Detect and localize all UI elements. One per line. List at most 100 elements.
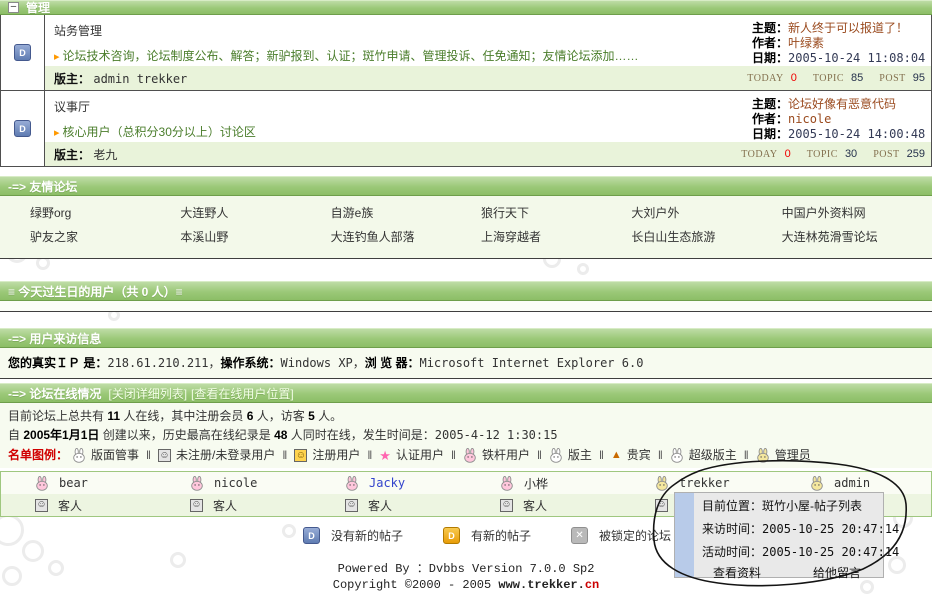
friend-link[interactable]: 大连钓鱼人部落	[331, 225, 481, 249]
forum-status-cell	[1, 91, 45, 166]
pink-bunny-icon	[345, 476, 359, 491]
text: 人同时在线，发生时间是：	[287, 428, 434, 442]
view-profile-link[interactable]: 查看资料	[713, 564, 761, 583]
forum-name-link[interactable]: 议事厅	[54, 98, 751, 115]
legend-item: 铁杆用户	[463, 446, 530, 465]
close-detail-list-link[interactable]: [关闭详细列表]	[108, 385, 187, 402]
online-user-link[interactable]: admin	[834, 476, 870, 490]
moderators: 版主： 老九	[54, 146, 117, 163]
online-user-link[interactable]: Jacky	[369, 476, 405, 490]
forum-main: 议事厅 核心用户（总积分30分以上）讨论区 主题：论坛好像有恶意代码 作者：ni…	[45, 91, 931, 166]
forum-description-row: 核心用户（总积分30分以上）讨论区	[54, 123, 751, 140]
text: 自	[8, 428, 23, 442]
online-user-link[interactable]: nicole	[214, 476, 257, 490]
guest-face-icon	[345, 499, 358, 512]
white-bunny-icon	[670, 448, 684, 463]
site-link-tld[interactable]: cn	[585, 578, 599, 592]
post-count: 95	[913, 72, 925, 84]
friend-link[interactable]: 大连野人	[180, 201, 330, 225]
pink-bunny-icon	[463, 448, 477, 463]
leave-message-link[interactable]: 给他留言	[813, 564, 861, 583]
online-user-link[interactable]: trekker	[679, 476, 730, 490]
topic-label: 主题：	[752, 21, 788, 35]
online-status-bar: -=> 论坛在线情况 [关闭详细列表] [查看在线用户位置]	[0, 383, 932, 403]
yellow-bunny-icon	[756, 448, 770, 463]
forum-description: 核心用户（总积分30分以上）讨论区	[63, 125, 256, 139]
legend-text: 被锁定的论坛	[599, 527, 671, 544]
last-topic-line: 主题：论坛好像有恶意代码	[752, 97, 928, 112]
pink-bunny-icon	[500, 476, 514, 491]
online-user-cell: 小桦	[466, 472, 621, 494]
white-bunny-icon	[72, 448, 86, 463]
yellow-bunny-icon	[810, 476, 824, 491]
online-user-link[interactable]: bear	[59, 476, 88, 490]
legend-item: 注册用户	[294, 446, 360, 465]
record-date: 2005-4-12 1:30:15	[435, 428, 558, 442]
legend-text: 超级版主	[689, 446, 737, 465]
guest-label: 客人	[213, 497, 237, 514]
last-author-line: 作者：nicole	[752, 112, 928, 127]
last-topic-link[interactable]: 新人终于可以报道了！	[788, 21, 908, 35]
os-value: Windows XP	[281, 356, 353, 370]
legend-text: 有新的帖子	[471, 527, 531, 544]
online-guest-cell: 客人	[466, 494, 621, 516]
guest-count: 5	[308, 409, 315, 423]
last-post-info: 主题：论坛好像有恶意代码 作者：nicole 日期：2005-10-24 14:…	[752, 97, 928, 142]
visitor-info-section: -=> 用户来访信息 您的真实ＩＰ 是：218.61.210.211，操作系统：…	[0, 328, 932, 379]
separator: ‖	[537, 446, 542, 465]
friend-link[interactable]: 长白山生态旅游	[631, 225, 781, 249]
friend-link[interactable]: 大连林苑滑雪论坛	[782, 225, 932, 249]
friend-link[interactable]: 驴友之家	[30, 225, 180, 249]
tooltip-active-line: 活动时间：2005-10-25 20:47:14	[675, 539, 883, 562]
friend-link[interactable]: 本溪山野	[180, 225, 330, 249]
today-label: TODAY	[741, 149, 777, 160]
site-link[interactable]: www.trekker.	[498, 578, 584, 592]
online-members-row: bear nicole Jacky 小桦 trekker admin	[1, 472, 931, 494]
moderator-link[interactable]: 老九	[93, 148, 117, 162]
view-user-location-link[interactable]: [查看在线用户位置]	[191, 385, 294, 402]
online-user-cell: Jacky	[311, 472, 466, 494]
legend-item: 有新的帖子	[443, 527, 531, 544]
text: 人，访客	[253, 409, 308, 423]
record-count: 48	[274, 428, 287, 442]
last-author-link[interactable]: 叶绿素	[788, 36, 824, 50]
moderators: 版主： admin trekker	[54, 70, 187, 87]
online-status-title: -=> 论坛在线情况	[8, 385, 101, 402]
friend-link[interactable]: 大刘户外	[631, 201, 781, 225]
online-user-link[interactable]: 小桦	[524, 475, 548, 492]
forum-info-area: 站务管理 论坛技术咨询，论坛制度公布、解答；新驴报到、认证；斑竹申请、管理投诉、…	[45, 15, 931, 66]
friend-link[interactable]: 绿野org	[30, 201, 180, 225]
new-posts-icon	[443, 527, 460, 544]
ip-value: 218.61.210.211	[107, 356, 208, 370]
online-count-line: 目前论坛上总共有 11 人在线，其中注册会员 6 人，访客 5 人。	[8, 407, 924, 426]
moderator-label: 版主：	[54, 148, 90, 162]
forum-name-link[interactable]: 站务管理	[54, 22, 751, 39]
last-topic-link[interactable]: 论坛好像有恶意代码	[788, 97, 896, 111]
collapse-icon[interactable]	[8, 2, 19, 13]
last-author-line: 作者：叶绿素	[752, 36, 928, 51]
ip-label: 您的真实ＩＰ 是：	[8, 356, 107, 370]
founding-date: 2005年1月1日	[23, 428, 99, 442]
forum-meta-strip: 版主： admin trekker TODAY0 TOPIC85 POST95	[45, 66, 931, 90]
last-topic-line: 主题：新人终于可以报道了！	[752, 21, 928, 36]
friend-link[interactable]: 中国户外资料网	[782, 201, 932, 225]
friend-link[interactable]: 自游e族	[331, 201, 481, 225]
author-label: 作者：	[752, 36, 788, 50]
guest-label: 客人	[523, 497, 547, 514]
online-guest-cell: 客人	[156, 494, 311, 516]
online-status-panel: 目前论坛上总共有 11 人在线，其中注册会员 6 人，访客 5 人。 自 200…	[0, 403, 932, 468]
tooltip-visit-line: 来访时间：2005-10-25 20:47:14	[675, 516, 883, 539]
moderator-link[interactable]: admin trekker	[93, 72, 187, 86]
comma: ，	[209, 356, 221, 370]
separator: ‖	[146, 446, 151, 465]
legend-item: 版面管事	[72, 446, 139, 465]
guest-face-icon	[158, 449, 171, 462]
friend-link[interactable]: 上海穿越者	[481, 225, 631, 249]
user-info-tooltip: 目前位置：斑竹小屋-帖子列表 来访时间：2005-10-25 20:47:14 …	[674, 492, 884, 578]
admin-section-bar: 管理	[0, 0, 932, 15]
forum-info-area: 议事厅 核心用户（总积分30分以上）讨论区 主题：论坛好像有恶意代码 作者：ni…	[45, 91, 931, 142]
forum-main: 站务管理 论坛技术咨询，论坛制度公布、解答；新驴报到、认证；斑竹申请、管理投诉、…	[45, 15, 931, 90]
forum-meta-strip: 版主： 老九 TODAY0 TOPIC30 POST259	[45, 142, 931, 166]
friend-link[interactable]: 狼行天下	[481, 201, 631, 225]
last-author-link[interactable]: nicole	[788, 112, 831, 126]
